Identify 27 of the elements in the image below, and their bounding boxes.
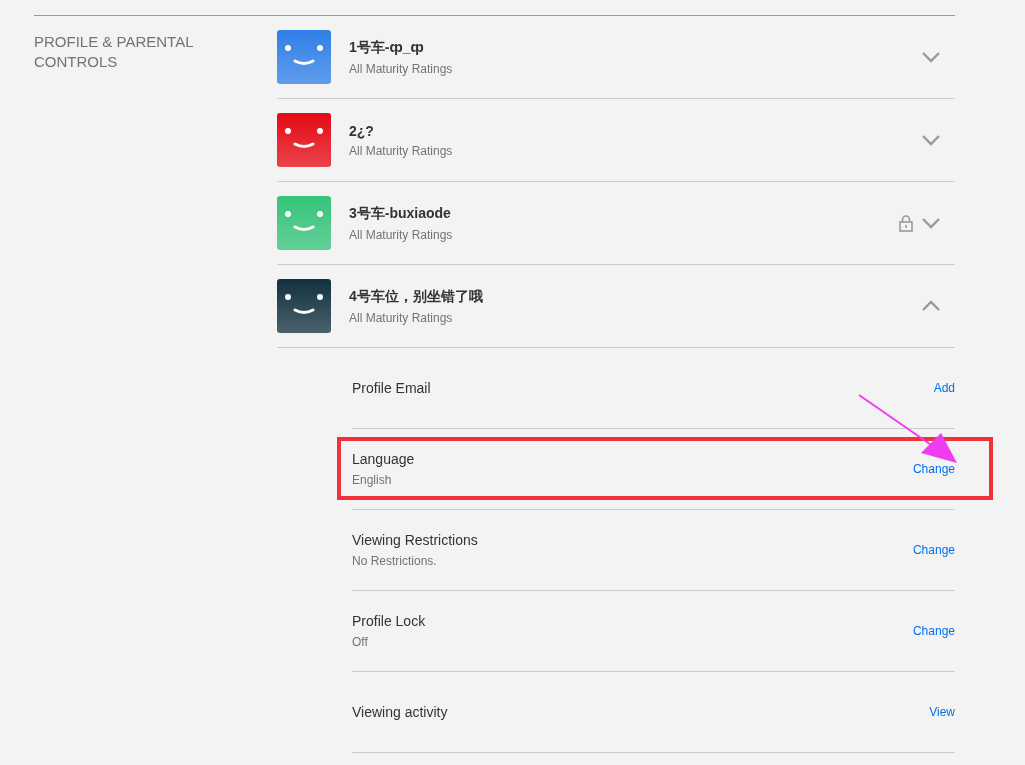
avatar-icon[interactable] — [277, 279, 331, 333]
chevron-down-icon[interactable] — [921, 51, 941, 63]
setting-link[interactable]: Change — [912, 543, 955, 557]
profile-rating: All Maturity Ratings — [349, 143, 454, 158]
profile-name: 3号车-buxiaode — [349, 204, 452, 223]
setting-value: English — [352, 473, 393, 487]
profile-rating: All Maturity Ratings — [349, 310, 454, 325]
setting-link[interactable]: View — [929, 705, 955, 719]
setting-label: Language — [352, 451, 416, 467]
chevron-down-icon[interactable] — [921, 134, 941, 146]
profile-name: 4号车位，别坐错了哦 — [349, 287, 484, 306]
profile-rating: All Maturity Ratings — [349, 61, 454, 76]
profile-rating: All Maturity Ratings — [349, 227, 454, 242]
chevron-down-icon[interactable] — [921, 217, 941, 229]
section-heading: PROFILE & PARENTAL CONTROLS — [34, 32, 194, 72]
setting-label: Viewing activity — [352, 704, 449, 720]
setting-link[interactable]: Add — [933, 381, 955, 395]
setting-value: Off — [352, 635, 369, 649]
setting-label: Profile Lock — [352, 613, 427, 629]
setting-link[interactable]: Change — [912, 624, 955, 638]
profile-name: 2¿? — [349, 122, 375, 139]
profile-name: 1号车-ȹ_ȹ — [349, 38, 425, 57]
setting-value: No Restrictions. — [352, 554, 438, 568]
chevron-up-icon[interactable] — [921, 300, 941, 312]
setting-label: Viewing Restrictions — [352, 532, 479, 548]
setting-label: Profile Email — [352, 380, 432, 396]
setting-link[interactable]: Change — [912, 462, 955, 476]
